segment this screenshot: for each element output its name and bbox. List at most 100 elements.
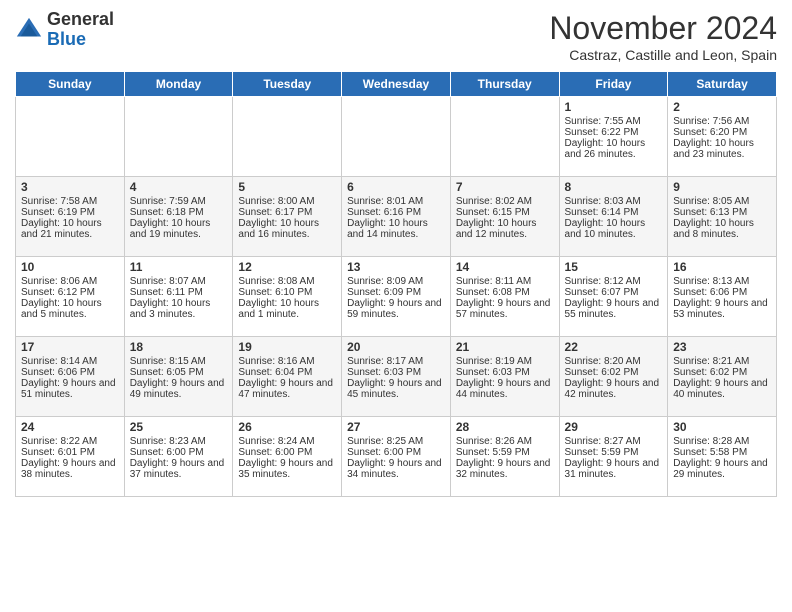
cell-3-0: 17Sunrise: 8:14 AMSunset: 6:06 PMDayligh… <box>16 337 125 417</box>
day-info: Sunrise: 7:59 AM <box>130 196 228 207</box>
header-row: Sunday Monday Tuesday Wednesday Thursday… <box>16 72 777 97</box>
cell-3-4: 21Sunrise: 8:19 AMSunset: 6:03 PMDayligh… <box>450 337 559 417</box>
day-info: Sunrise: 7:55 AM <box>565 116 663 127</box>
day-info: Sunset: 6:13 PM <box>673 207 771 218</box>
page: General Blue November 2024 Castraz, Cast… <box>0 0 792 612</box>
day-number: 4 <box>130 180 228 194</box>
day-number: 13 <box>347 260 445 274</box>
day-info: Sunset: 5:59 PM <box>565 447 663 458</box>
day-number: 20 <box>347 340 445 354</box>
logo-icon <box>15 16 43 44</box>
day-info: Daylight: 10 hours and 8 minutes. <box>673 218 771 240</box>
cell-3-1: 18Sunrise: 8:15 AMSunset: 6:05 PMDayligh… <box>124 337 233 417</box>
day-info: Sunrise: 8:13 AM <box>673 276 771 287</box>
day-info: Daylight: 9 hours and 51 minutes. <box>21 378 119 400</box>
cell-3-6: 23Sunrise: 8:21 AMSunset: 6:02 PMDayligh… <box>668 337 777 417</box>
day-info: Sunrise: 8:05 AM <box>673 196 771 207</box>
day-info: Sunrise: 8:08 AM <box>238 276 336 287</box>
day-number: 12 <box>238 260 336 274</box>
day-info: Daylight: 10 hours and 23 minutes. <box>673 138 771 160</box>
title-block: November 2024 Castraz, Castille and Leon… <box>549 10 777 63</box>
day-info: Sunset: 6:02 PM <box>673 367 771 378</box>
day-number: 16 <box>673 260 771 274</box>
day-info: Daylight: 9 hours and 31 minutes. <box>565 458 663 480</box>
day-number: 5 <box>238 180 336 194</box>
day-number: 8 <box>565 180 663 194</box>
day-number: 11 <box>130 260 228 274</box>
cell-1-2: 5Sunrise: 8:00 AMSunset: 6:17 PMDaylight… <box>233 177 342 257</box>
cell-2-1: 11Sunrise: 8:07 AMSunset: 6:11 PMDayligh… <box>124 257 233 337</box>
col-sunday: Sunday <box>16 72 125 97</box>
day-info: Daylight: 9 hours and 44 minutes. <box>456 378 554 400</box>
day-info: Sunset: 6:00 PM <box>130 447 228 458</box>
col-wednesday: Wednesday <box>342 72 451 97</box>
day-number: 23 <box>673 340 771 354</box>
day-info: Daylight: 9 hours and 35 minutes. <box>238 458 336 480</box>
day-info: Sunrise: 8:00 AM <box>238 196 336 207</box>
cell-1-3: 6Sunrise: 8:01 AMSunset: 6:16 PMDaylight… <box>342 177 451 257</box>
day-info: Sunset: 6:00 PM <box>347 447 445 458</box>
cell-3-2: 19Sunrise: 8:16 AMSunset: 6:04 PMDayligh… <box>233 337 342 417</box>
day-info: Daylight: 10 hours and 16 minutes. <box>238 218 336 240</box>
cell-4-5: 29Sunrise: 8:27 AMSunset: 5:59 PMDayligh… <box>559 417 668 497</box>
day-number: 21 <box>456 340 554 354</box>
day-number: 3 <box>21 180 119 194</box>
logo-general: General <box>47 9 114 29</box>
day-info: Sunset: 6:03 PM <box>347 367 445 378</box>
calendar: Sunday Monday Tuesday Wednesday Thursday… <box>15 71 777 497</box>
day-info: Daylight: 10 hours and 1 minute. <box>238 298 336 320</box>
day-info: Sunrise: 8:17 AM <box>347 356 445 367</box>
day-info: Sunset: 6:05 PM <box>130 367 228 378</box>
day-info: Daylight: 9 hours and 34 minutes. <box>347 458 445 480</box>
cell-4-3: 27Sunrise: 8:25 AMSunset: 6:00 PMDayligh… <box>342 417 451 497</box>
week-row-3: 10Sunrise: 8:06 AMSunset: 6:12 PMDayligh… <box>16 257 777 337</box>
day-info: Sunset: 6:16 PM <box>347 207 445 218</box>
day-info: Sunrise: 8:21 AM <box>673 356 771 367</box>
day-number: 24 <box>21 420 119 434</box>
day-info: Sunset: 6:08 PM <box>456 287 554 298</box>
header: General Blue November 2024 Castraz, Cast… <box>15 10 777 63</box>
day-info: Daylight: 10 hours and 21 minutes. <box>21 218 119 240</box>
logo-text: General Blue <box>47 10 114 50</box>
cell-1-5: 8Sunrise: 8:03 AMSunset: 6:14 PMDaylight… <box>559 177 668 257</box>
day-info: Daylight: 9 hours and 45 minutes. <box>347 378 445 400</box>
day-info: Sunset: 5:59 PM <box>456 447 554 458</box>
cell-0-3 <box>342 97 451 177</box>
cell-1-4: 7Sunrise: 8:02 AMSunset: 6:15 PMDaylight… <box>450 177 559 257</box>
day-info: Daylight: 9 hours and 29 minutes. <box>673 458 771 480</box>
day-number: 29 <box>565 420 663 434</box>
day-info: Sunrise: 8:03 AM <box>565 196 663 207</box>
cell-3-3: 20 Sunrise: 8:17 AMSunset: 6:03 PMDayligh… <box>342 337 451 417</box>
day-info: Sunrise: 8:16 AM <box>238 356 336 367</box>
day-info: Sunrise: 8:12 AM <box>565 276 663 287</box>
day-info: Daylight: 9 hours and 53 minutes. <box>673 298 771 320</box>
day-number: 9 <box>673 180 771 194</box>
day-info: Sunrise: 8:06 AM <box>21 276 119 287</box>
col-monday: Monday <box>124 72 233 97</box>
day-info: Sunset: 6:11 PM <box>130 287 228 298</box>
day-info: Sunset: 6:07 PM <box>565 287 663 298</box>
day-number: 28 <box>456 420 554 434</box>
day-number: 25 <box>130 420 228 434</box>
col-tuesday: Tuesday <box>233 72 342 97</box>
day-number: 2 <box>673 100 771 114</box>
day-number: 14 <box>456 260 554 274</box>
day-number: 19 <box>238 340 336 354</box>
cell-2-0: 10Sunrise: 8:06 AMSunset: 6:12 PMDayligh… <box>16 257 125 337</box>
cell-1-6: 9 Sunrise: 8:05 AMSunset: 6:13 PMDaylight… <box>668 177 777 257</box>
day-info: Daylight: 10 hours and 26 minutes. <box>565 138 663 160</box>
cell-2-4: 14Sunrise: 8:11 AMSunset: 6:08 PMDayligh… <box>450 257 559 337</box>
week-row-4: 17Sunrise: 8:14 AMSunset: 6:06 PMDayligh… <box>16 337 777 417</box>
cell-0-5: 1Sunrise: 7:55 AMSunset: 6:22 PMDaylight… <box>559 97 668 177</box>
day-info: Sunrise: 8:19 AM <box>456 356 554 367</box>
day-number: 26 <box>238 420 336 434</box>
cell-4-4: 28Sunrise: 8:26 AMSunset: 5:59 PMDayligh… <box>450 417 559 497</box>
cell-2-6: 16Sunrise: 8:13 AMSunset: 6:06 PMDayligh… <box>668 257 777 337</box>
day-info: Sunrise: 8:23 AM <box>130 436 228 447</box>
cell-2-5: 15Sunrise: 8:12 AMSunset: 6:07 PMDayligh… <box>559 257 668 337</box>
cell-4-6: 30Sunrise: 8:28 AMSunset: 5:58 PMDayligh… <box>668 417 777 497</box>
day-info: Daylight: 10 hours and 14 minutes. <box>347 218 445 240</box>
day-info: Sunset: 6:00 PM <box>238 447 336 458</box>
day-number: 15 <box>565 260 663 274</box>
week-row-1: 1Sunrise: 7:55 AMSunset: 6:22 PMDaylight… <box>16 97 777 177</box>
